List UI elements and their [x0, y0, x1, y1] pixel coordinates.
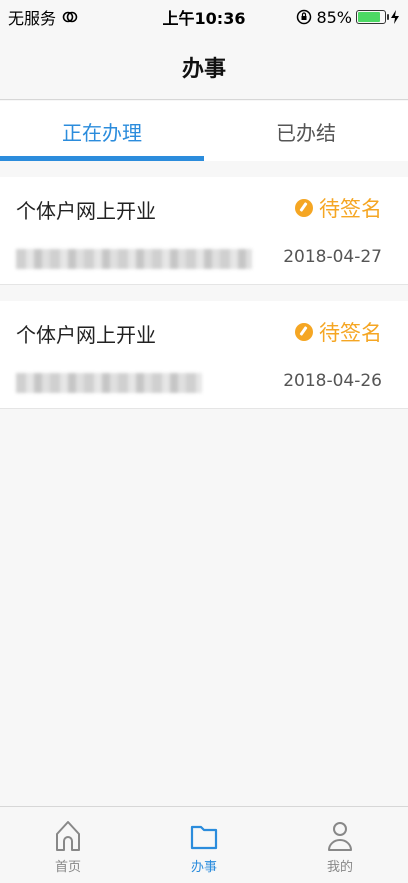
pen-icon: [295, 323, 313, 341]
item-title: 个体户网上开业: [16, 323, 156, 347]
status-left: 无服务: [8, 5, 148, 29]
list-item[interactable]: 个体户网上开业 待签名 2018-04-26: [0, 301, 408, 409]
tab-bar-home[interactable]: 首页: [0, 807, 136, 883]
battery-level: [358, 12, 381, 22]
redacted-text: [16, 373, 202, 393]
task-list: 个体户网上开业 待签名 2018-04-27 个体户网上开业 待签名 2018-…: [0, 161, 408, 409]
list-item[interactable]: 个体户网上开业 待签名 2018-04-27: [0, 177, 408, 285]
battery-percent: 85%: [316, 7, 352, 27]
bottom-tab-bar: 首页 办事 我的: [0, 806, 408, 883]
tab-bar-label: 首页: [54, 860, 81, 875]
tab-bar-tasks[interactable]: 办事: [136, 807, 272, 883]
status-right: 85%: [296, 8, 400, 27]
tab-in-progress[interactable]: 正在办理: [0, 101, 204, 161]
rotation-lock-icon: [297, 9, 312, 25]
tab-bar-mine[interactable]: 我的: [272, 807, 408, 883]
user-icon: [328, 822, 352, 851]
redacted-text: [16, 249, 252, 269]
tab-bar-label: 办事: [190, 860, 217, 875]
item-title: 个体户网上开业: [16, 199, 156, 223]
carrier-text: 无服务: [8, 9, 57, 28]
item-status: 待签名: [295, 193, 382, 223]
charging-icon: [391, 10, 399, 24]
wifi-calling-icon: [62, 11, 78, 23]
pen-icon: [295, 199, 313, 217]
home-icon: [56, 821, 80, 851]
item-date: 2018-04-27: [283, 247, 382, 267]
status-label: 待签名: [319, 321, 382, 345]
page-title: 办事: [181, 56, 226, 82]
battery-icon: [356, 10, 389, 24]
item-date: 2018-04-26: [283, 371, 382, 391]
nav-bar: 办事: [0, 34, 408, 100]
status-label: 待签名: [319, 197, 382, 221]
tab-bar-label: 我的: [326, 860, 353, 875]
tab-completed[interactable]: 已办结: [204, 101, 408, 161]
status-bar: 无服务 上午10:36 85%: [0, 0, 408, 34]
segment-tabs: 正在办理 已办结: [0, 101, 408, 161]
item-status: 待签名: [295, 317, 382, 347]
folder-icon: [190, 825, 218, 850]
